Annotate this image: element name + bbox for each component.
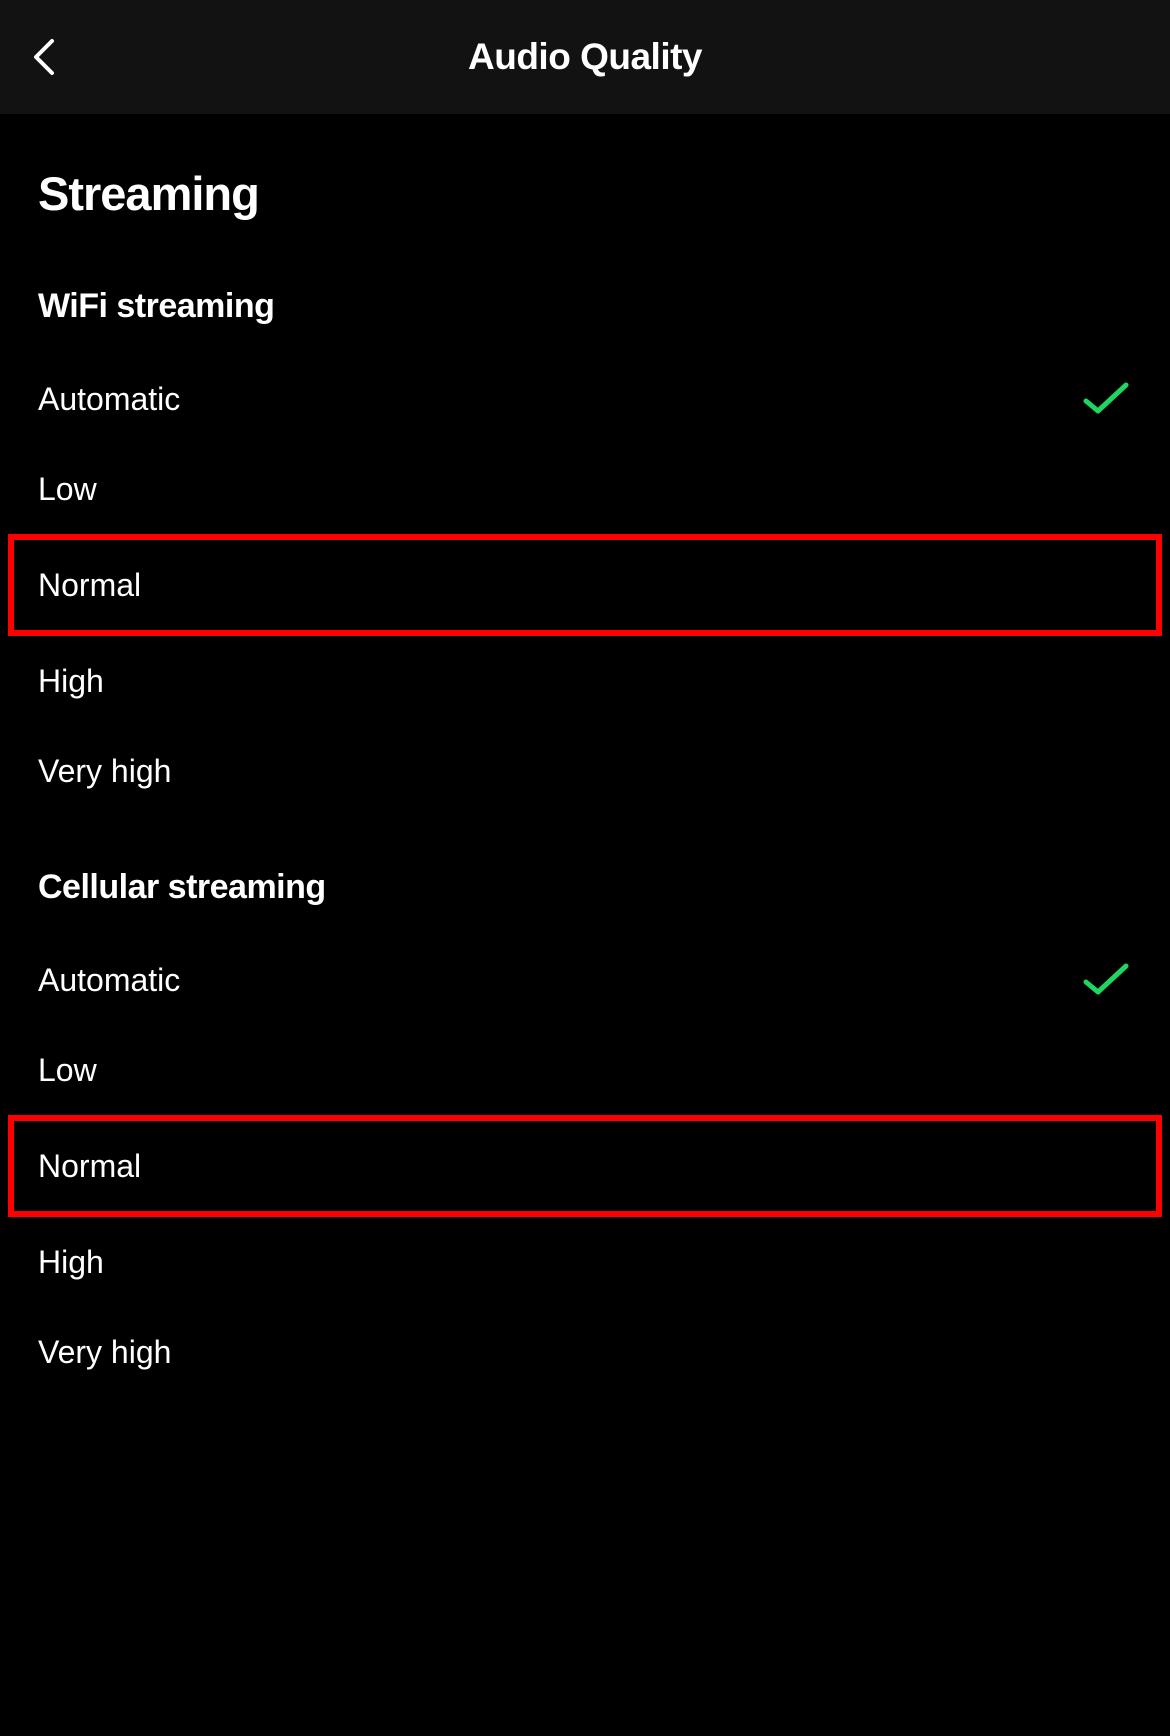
option-label: High [38,663,104,700]
option-label: Automatic [38,962,180,999]
option-label: Automatic [38,381,180,418]
page-title: Audio Quality [0,36,1170,78]
check-icon [1082,381,1130,417]
cellular-option-high[interactable]: High [38,1217,1132,1307]
check-icon [1082,962,1130,998]
highlight-box-cellular-normal: Normal [8,1115,1162,1217]
cellular-option-automatic[interactable]: Automatic [38,935,1132,1025]
cellular-option-normal[interactable]: Normal [38,1121,1132,1211]
option-label: Very high [38,1334,171,1371]
wifi-option-automatic[interactable]: Automatic [38,354,1132,444]
cellular-option-very-high[interactable]: Very high [38,1307,1132,1397]
option-label: Very high [38,753,171,790]
wifi-option-normal[interactable]: Normal [38,540,1132,630]
content-area: Streaming WiFi streaming Automatic Low N… [0,166,1170,1397]
section-title-streaming: Streaming [38,166,1132,221]
wifi-option-low[interactable]: Low [38,444,1132,534]
wifi-option-very-high[interactable]: Very high [38,726,1132,816]
cellular-option-low[interactable]: Low [38,1025,1132,1115]
back-icon[interactable] [30,37,60,77]
option-label: High [38,1244,104,1281]
wifi-option-high[interactable]: High [38,636,1132,726]
option-label: Low [38,1052,97,1089]
header-bar: Audio Quality [0,0,1170,114]
option-label: Low [38,471,97,508]
option-label: Normal [38,1148,141,1185]
wifi-streaming-title: WiFi streaming [38,287,1132,326]
highlight-box-wifi-normal: Normal [8,534,1162,636]
cellular-streaming-title: Cellular streaming [38,868,1132,907]
option-label: Normal [38,567,141,604]
